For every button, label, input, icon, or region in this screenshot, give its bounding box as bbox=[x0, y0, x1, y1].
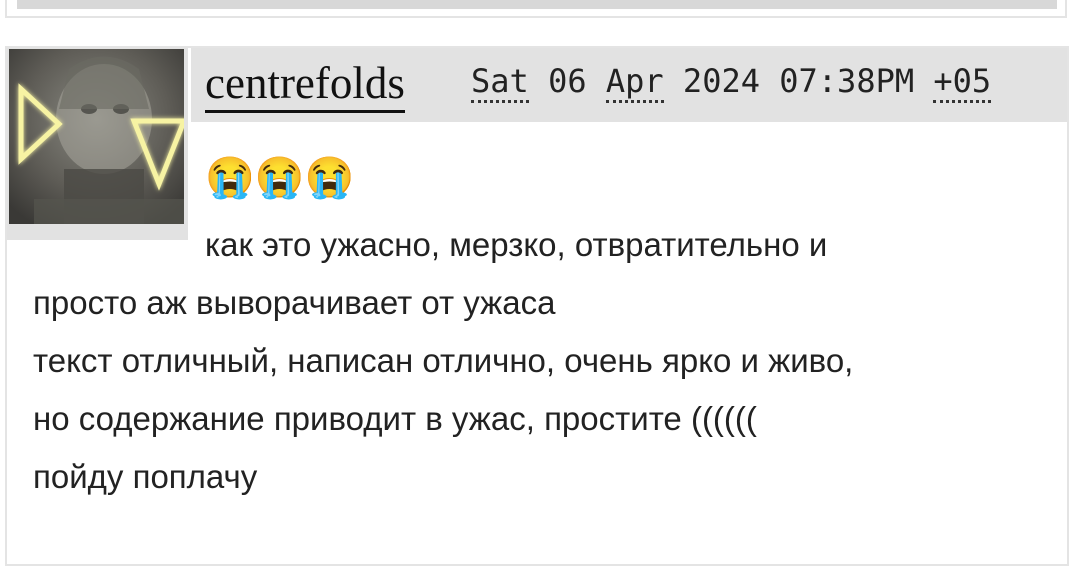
comment-body-line: текст отличный, написан отлично, очень я… bbox=[33, 342, 854, 379]
previous-comment bbox=[5, 0, 1067, 18]
previous-comment-footer bbox=[17, 0, 1057, 9]
comment-timestamp: Sat 06 Apr 2024 07:38PM +05 bbox=[471, 62, 992, 103]
timestamp-timezone: +05 bbox=[933, 62, 992, 103]
timestamp-date: 06 bbox=[548, 62, 587, 100]
comment-body: как это ужасно, мерзко, отвратительно и … bbox=[33, 216, 1043, 506]
avatar-image bbox=[9, 49, 184, 224]
username-link[interactable]: centrefolds bbox=[205, 57, 405, 113]
comment-body-line: но содержание приводит в ужас, простите … bbox=[33, 400, 757, 437]
timestamp-time: 07:38PM bbox=[779, 62, 915, 100]
timestamp-year: 2024 bbox=[682, 62, 760, 100]
comment: centrefolds Sat 06 Apr 2024 07:38PM +05 … bbox=[5, 46, 1069, 566]
avatar-frame bbox=[7, 48, 188, 240]
timestamp-month: Apr bbox=[605, 62, 664, 103]
comment-body-line: просто аж выворачивает от ужаса bbox=[33, 284, 556, 321]
comment-body-line: пойду поплачу bbox=[33, 458, 258, 495]
comment-body-line: как это ужасно, мерзко, отвратительно и bbox=[205, 226, 828, 263]
avatar[interactable] bbox=[9, 49, 184, 224]
crying-emoji-row: 😭😭😭 bbox=[205, 156, 355, 200]
timestamp-day: Sat bbox=[471, 62, 529, 103]
